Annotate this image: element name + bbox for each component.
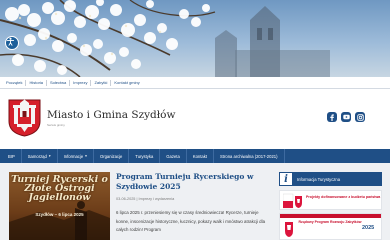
menu-item-archive[interactable]: Strona archiwalna (2017-2021) <box>214 149 285 163</box>
page: Początek Historia Sołectwa Imprezy Zabyt… <box>0 0 390 240</box>
youtube-link[interactable] <box>341 112 351 122</box>
monuments-program-banner[interactable]: Rządowy Program Rozwoju Zabytków 2025 <box>279 213 382 240</box>
poster-caption: Szydłów – 6 lipca 2025 <box>35 212 84 217</box>
accessibility-icon <box>6 37 15 46</box>
menu-item-kontakt[interactable]: Kontakt <box>187 149 215 163</box>
facebook-icon <box>330 113 334 121</box>
top-nav: Początek Historia Sołectwa Imprezy Zabyt… <box>0 77 390 89</box>
main-menu: BIP Samorząd ▾ Informacje ▾ Organizacje Tu… <box>0 149 390 163</box>
monuments-program-text: Rządowy Program Rozwoju Zabytków <box>298 220 362 224</box>
poster-title: Turniej Rycerski o Złote Ostrogi Jagiell… <box>11 174 108 203</box>
menu-item-informacje[interactable]: Informacje ▾ <box>58 149 94 163</box>
menu-item-turystyka[interactable]: Turystyka <box>129 149 161 163</box>
site-header: Miasto i Gmina Szydłów Serwis gminy <box>0 89 390 149</box>
chevron-down-icon: ▾ <box>48 154 51 158</box>
menu-label: Strona archiwalna (2017-2021) <box>220 153 278 159</box>
menu-label: Kontakt <box>192 153 208 159</box>
menu-label: Gazeta <box>166 153 180 159</box>
menu-item-bip[interactable]: BIP <box>2 149 22 163</box>
facebook-link[interactable] <box>327 112 337 122</box>
menu-label: BIP <box>8 153 15 159</box>
menu-item-samorzad[interactable]: Samorząd ▾ <box>22 149 58 163</box>
top-nav-item-villages[interactable]: Sołectwa <box>47 80 69 85</box>
article-date: 03-06-2025 <box>116 197 136 201</box>
menu-item-gazeta[interactable]: Gazeta <box>160 149 187 163</box>
top-nav-item-events[interactable]: Imprezy <box>70 80 90 85</box>
accessibility-button[interactable] <box>5 36 19 50</box>
menu-label: Turystyka <box>135 153 154 159</box>
menu-label: Informacje <box>63 153 84 159</box>
monuments-program-year: 2025 <box>362 225 375 231</box>
article-excerpt: 6 lipca 2025 r. przeniesiemy się w czasy… <box>116 210 266 233</box>
info-icon: i <box>279 172 293 186</box>
top-nav-item-monuments[interactable]: Zabytki <box>91 80 110 85</box>
chevron-down-icon: ▾ <box>85 154 87 158</box>
article-image[interactable]: Turniej Rycerski o Złote Ostrogi Jagiell… <box>9 172 110 240</box>
top-nav-item-contact[interactable]: Kontakt gminy <box>111 80 142 85</box>
top-nav-item-start[interactable]: Początek <box>3 80 25 85</box>
article-category[interactable]: Imprezy i wydarzenia <box>139 197 175 201</box>
instagram-icon <box>356 113 364 121</box>
sidebar-heading-label: Informacja Turystyczna <box>297 176 341 182</box>
coat-of-arms[interactable] <box>8 99 41 137</box>
menu-item-organizacje[interactable]: Organizacje <box>94 149 130 163</box>
top-nav-item-history[interactable]: Historia <box>26 80 46 85</box>
hero-illustration <box>0 0 330 77</box>
tourist-info-heading[interactable]: i Informacja Turystyczna <box>279 172 382 186</box>
menu-label: Organizacje <box>99 153 123 159</box>
site-title[interactable]: Miasto i Gmina Szydłów <box>47 109 176 121</box>
menu-label: Samorząd <box>27 153 47 159</box>
instagram-link[interactable] <box>355 112 365 122</box>
article-title[interactable]: Program Turnieju Rycerskiego w Szydłowie… <box>116 172 266 191</box>
polish-flag-icon <box>283 193 302 209</box>
article-meta: 03-06-2025 | Imprezy i wydarzenia <box>116 197 174 201</box>
funding-banner-text: Projekty dofinansowane z budżetu państwa <box>306 195 381 199</box>
funding-banner[interactable]: Projekty dofinansowane z budżetu państwa <box>279 190 382 210</box>
youtube-icon <box>342 114 350 120</box>
site-subtitle: Serwis gminy <box>47 123 65 127</box>
hero-image <box>0 0 390 77</box>
